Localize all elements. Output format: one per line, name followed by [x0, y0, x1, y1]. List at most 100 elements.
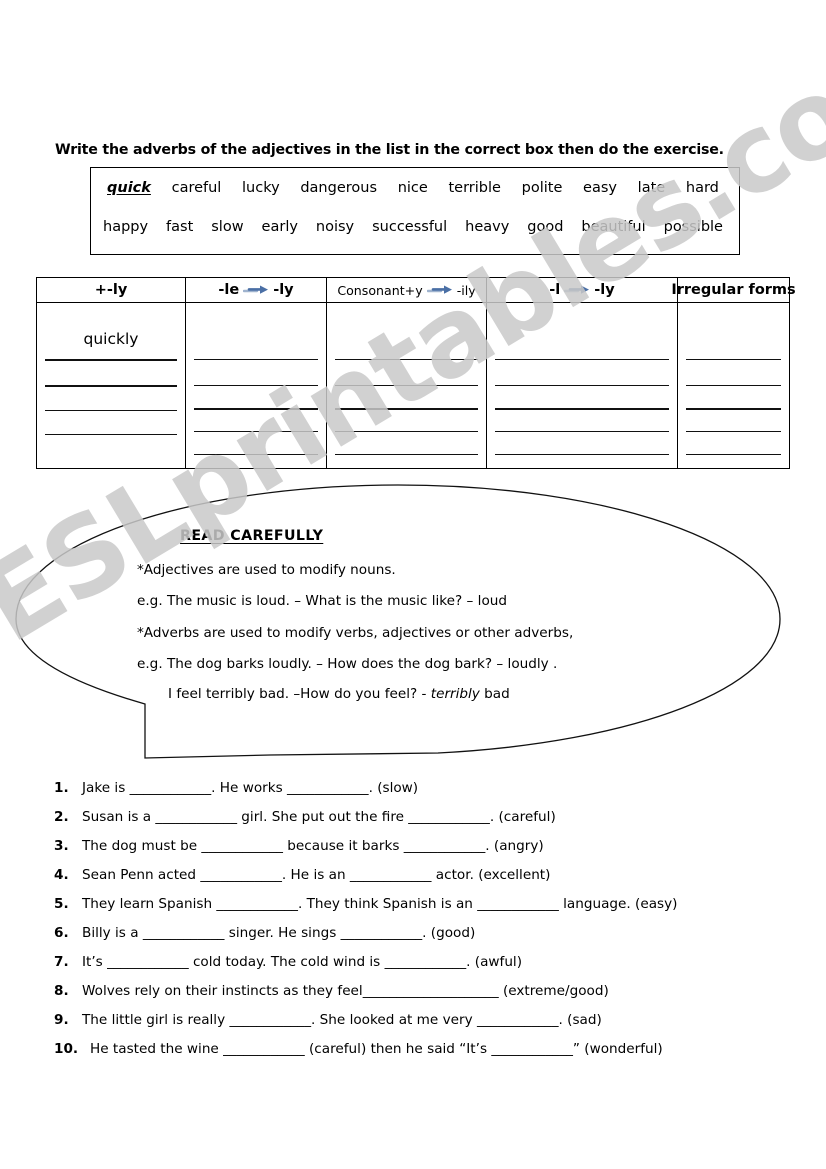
- adverb-classification-table: +-ly quickly -le -ly Consonant+y -ily -l…: [36, 277, 796, 469]
- bubble-title: READ CAREFULLY: [180, 528, 324, 544]
- exercise-sentence[interactable]: Sean Penn acted ____________. He is an _…: [82, 867, 794, 883]
- exercise-item: 3. The dog must be ____________ because …: [54, 838, 794, 867]
- exercise-sentence[interactable]: It’s ____________ cold today. The cold w…: [82, 954, 794, 970]
- answer-blank-line[interactable]: [194, 359, 318, 360]
- column-header-label: Consonant+y: [337, 282, 423, 298]
- table-column-consonant-y-to-ily: Consonant+y -ily: [327, 278, 487, 468]
- right-arrow-icon: [243, 284, 269, 296]
- column-header: Consonant+y -ily: [327, 278, 486, 303]
- column-header-label: -l: [549, 282, 561, 298]
- exercise-sentence[interactable]: Wolves rely on their instincts as they f…: [82, 983, 794, 999]
- exercise-item: 4. Sean Penn acted ____________. He is a…: [54, 867, 794, 896]
- word-bank-word: beautiful: [581, 219, 646, 235]
- answer-blank-line[interactable]: [686, 408, 781, 410]
- exercise-sentence[interactable]: Billy is a ____________ singer. He sings…: [82, 925, 794, 941]
- answer-blank-line[interactable]: [495, 408, 669, 410]
- exercise-number: 8.: [54, 983, 69, 999]
- column-header-label: Irregular forms: [671, 282, 796, 298]
- column-header: Irregular forms: [671, 278, 796, 303]
- answer-blank-line[interactable]: [194, 454, 318, 455]
- answer-blank-line[interactable]: [194, 408, 318, 410]
- word-bank-word: successful: [372, 219, 448, 235]
- word-bank-word: heavy: [465, 219, 510, 235]
- answer-blank-line[interactable]: [194, 431, 318, 432]
- word-bank-word: hard: [685, 180, 719, 196]
- answer-blank-line[interactable]: [686, 359, 781, 360]
- word-bank-word: good: [527, 219, 564, 235]
- column-header-label: -le: [218, 282, 240, 298]
- answer-blank-line[interactable]: [335, 359, 478, 360]
- answer-blank-line[interactable]: [335, 408, 478, 410]
- column-header-label-2: -ly: [273, 282, 294, 298]
- answer-blank-line[interactable]: [335, 454, 478, 455]
- answer-blank-line[interactable]: [495, 359, 669, 360]
- table-column-irregular-forms: Irregular forms: [671, 278, 796, 468]
- exercise-sentence[interactable]: They learn Spanish ____________. They th…: [82, 896, 794, 912]
- exercise-item: 2. Susan is a ____________ girl. She put…: [54, 809, 794, 838]
- exercise-sentence[interactable]: Susan is a ____________ girl. She put ou…: [82, 809, 794, 825]
- right-arrow-icon: [564, 284, 590, 296]
- column-answer-area[interactable]: [327, 303, 486, 468]
- exercise-item: 7. It’s ____________ cold today. The col…: [54, 954, 794, 983]
- bubble-line-adverbs: *Adverbs are used to modify verbs, adjec…: [137, 625, 574, 641]
- column-header: +-ly: [37, 278, 185, 303]
- exercise-item: 10. He tasted the wine ____________ (car…: [54, 1041, 794, 1070]
- answer-blank-line[interactable]: [686, 385, 781, 386]
- answer-blank-line[interactable]: [194, 385, 318, 386]
- answer-blank-line[interactable]: [686, 431, 781, 432]
- exercise-number: 3.: [54, 838, 69, 854]
- word-bank-word: nice: [397, 180, 428, 196]
- word-bank-row-1: quick careful lucky dangerous nice terri…: [91, 180, 739, 196]
- answer-blank-line[interactable]: [495, 454, 669, 455]
- column-answer-area[interactable]: [487, 303, 677, 468]
- exercise-item: 5. They learn Spanish ____________. They…: [54, 896, 794, 925]
- word-bank-word: lucky: [242, 180, 280, 196]
- exercise-item: 1. Jake is ____________. He works ______…: [54, 780, 794, 809]
- exercise-number: 4.: [54, 867, 69, 883]
- answer-blank-line[interactable]: [45, 410, 177, 411]
- word-bank-word: noisy: [315, 219, 355, 235]
- word-bank-word: late: [637, 180, 666, 196]
- word-bank-word: possible: [663, 219, 723, 235]
- exercise-number: 1.: [54, 780, 69, 796]
- column-header: -l -ly: [487, 278, 677, 303]
- word-bank-word: terrible: [448, 180, 501, 196]
- word-bank-word: easy: [583, 180, 617, 196]
- answer-blank-line[interactable]: [45, 434, 177, 435]
- column-answer-area[interactable]: [678, 303, 789, 468]
- answer-blank-line[interactable]: [495, 431, 669, 432]
- exercise-list: 1. Jake is ____________. He works ______…: [54, 780, 794, 1169]
- exercise-sentence[interactable]: He tasted the wine ____________ (careful…: [90, 1041, 794, 1057]
- word-bank-word: polite: [521, 180, 563, 196]
- exercise-sentence[interactable]: Jake is ____________. He works _________…: [82, 780, 794, 796]
- answer-blank-line[interactable]: [45, 385, 177, 387]
- exercise-item: 8. Wolves rely on their instincts as the…: [54, 983, 794, 1012]
- exercise-item: 6. Billy is a ____________ singer. He si…: [54, 925, 794, 954]
- answer-blank-line[interactable]: [45, 359, 177, 361]
- worksheet-page: ESLprintables.com Write the adverbs of t…: [0, 0, 826, 1169]
- answer-blank-line[interactable]: [335, 431, 478, 432]
- bubble-line-5-pre: I feel terribly bad. –How do you feel? -: [168, 686, 431, 702]
- page-instruction: Write the adverbs of the adjectives in t…: [55, 142, 724, 158]
- column-answer-area[interactable]: quickly: [37, 303, 185, 468]
- exercise-item: 9. The little girl is really ___________…: [54, 1012, 794, 1041]
- word-bank-word: quick: [107, 180, 151, 196]
- table-column-plus-ly: +-ly quickly: [37, 278, 186, 468]
- exercise-number: 9.: [54, 1012, 69, 1028]
- word-bank-word: early: [261, 219, 298, 235]
- bubble-line-adjective-example: e.g. The music is loud. – What is the mu…: [137, 593, 508, 609]
- bubble-line-adverb-example: e.g. The dog barks loudly. – How does th…: [137, 656, 558, 672]
- answer-blank-line[interactable]: [335, 385, 478, 386]
- column-answer-area[interactable]: [186, 303, 326, 468]
- word-bank-word: careful: [171, 180, 222, 196]
- exercise-sentence[interactable]: The dog must be ____________ because it …: [82, 838, 794, 854]
- column-header-label: +-ly: [94, 282, 128, 298]
- bubble-line-adjectives: *Adjectives are used to modify nouns.: [137, 562, 396, 578]
- right-arrow-icon: [426, 284, 453, 296]
- exercise-sentence[interactable]: The little girl is really ____________. …: [82, 1012, 794, 1028]
- table-column-l-to-ly: -l -ly: [487, 278, 678, 468]
- answer-blank-line[interactable]: [686, 454, 781, 455]
- exercise-number: 2.: [54, 809, 69, 825]
- column-header-label-2: -ily: [456, 282, 476, 298]
- answer-blank-line[interactable]: [495, 385, 669, 386]
